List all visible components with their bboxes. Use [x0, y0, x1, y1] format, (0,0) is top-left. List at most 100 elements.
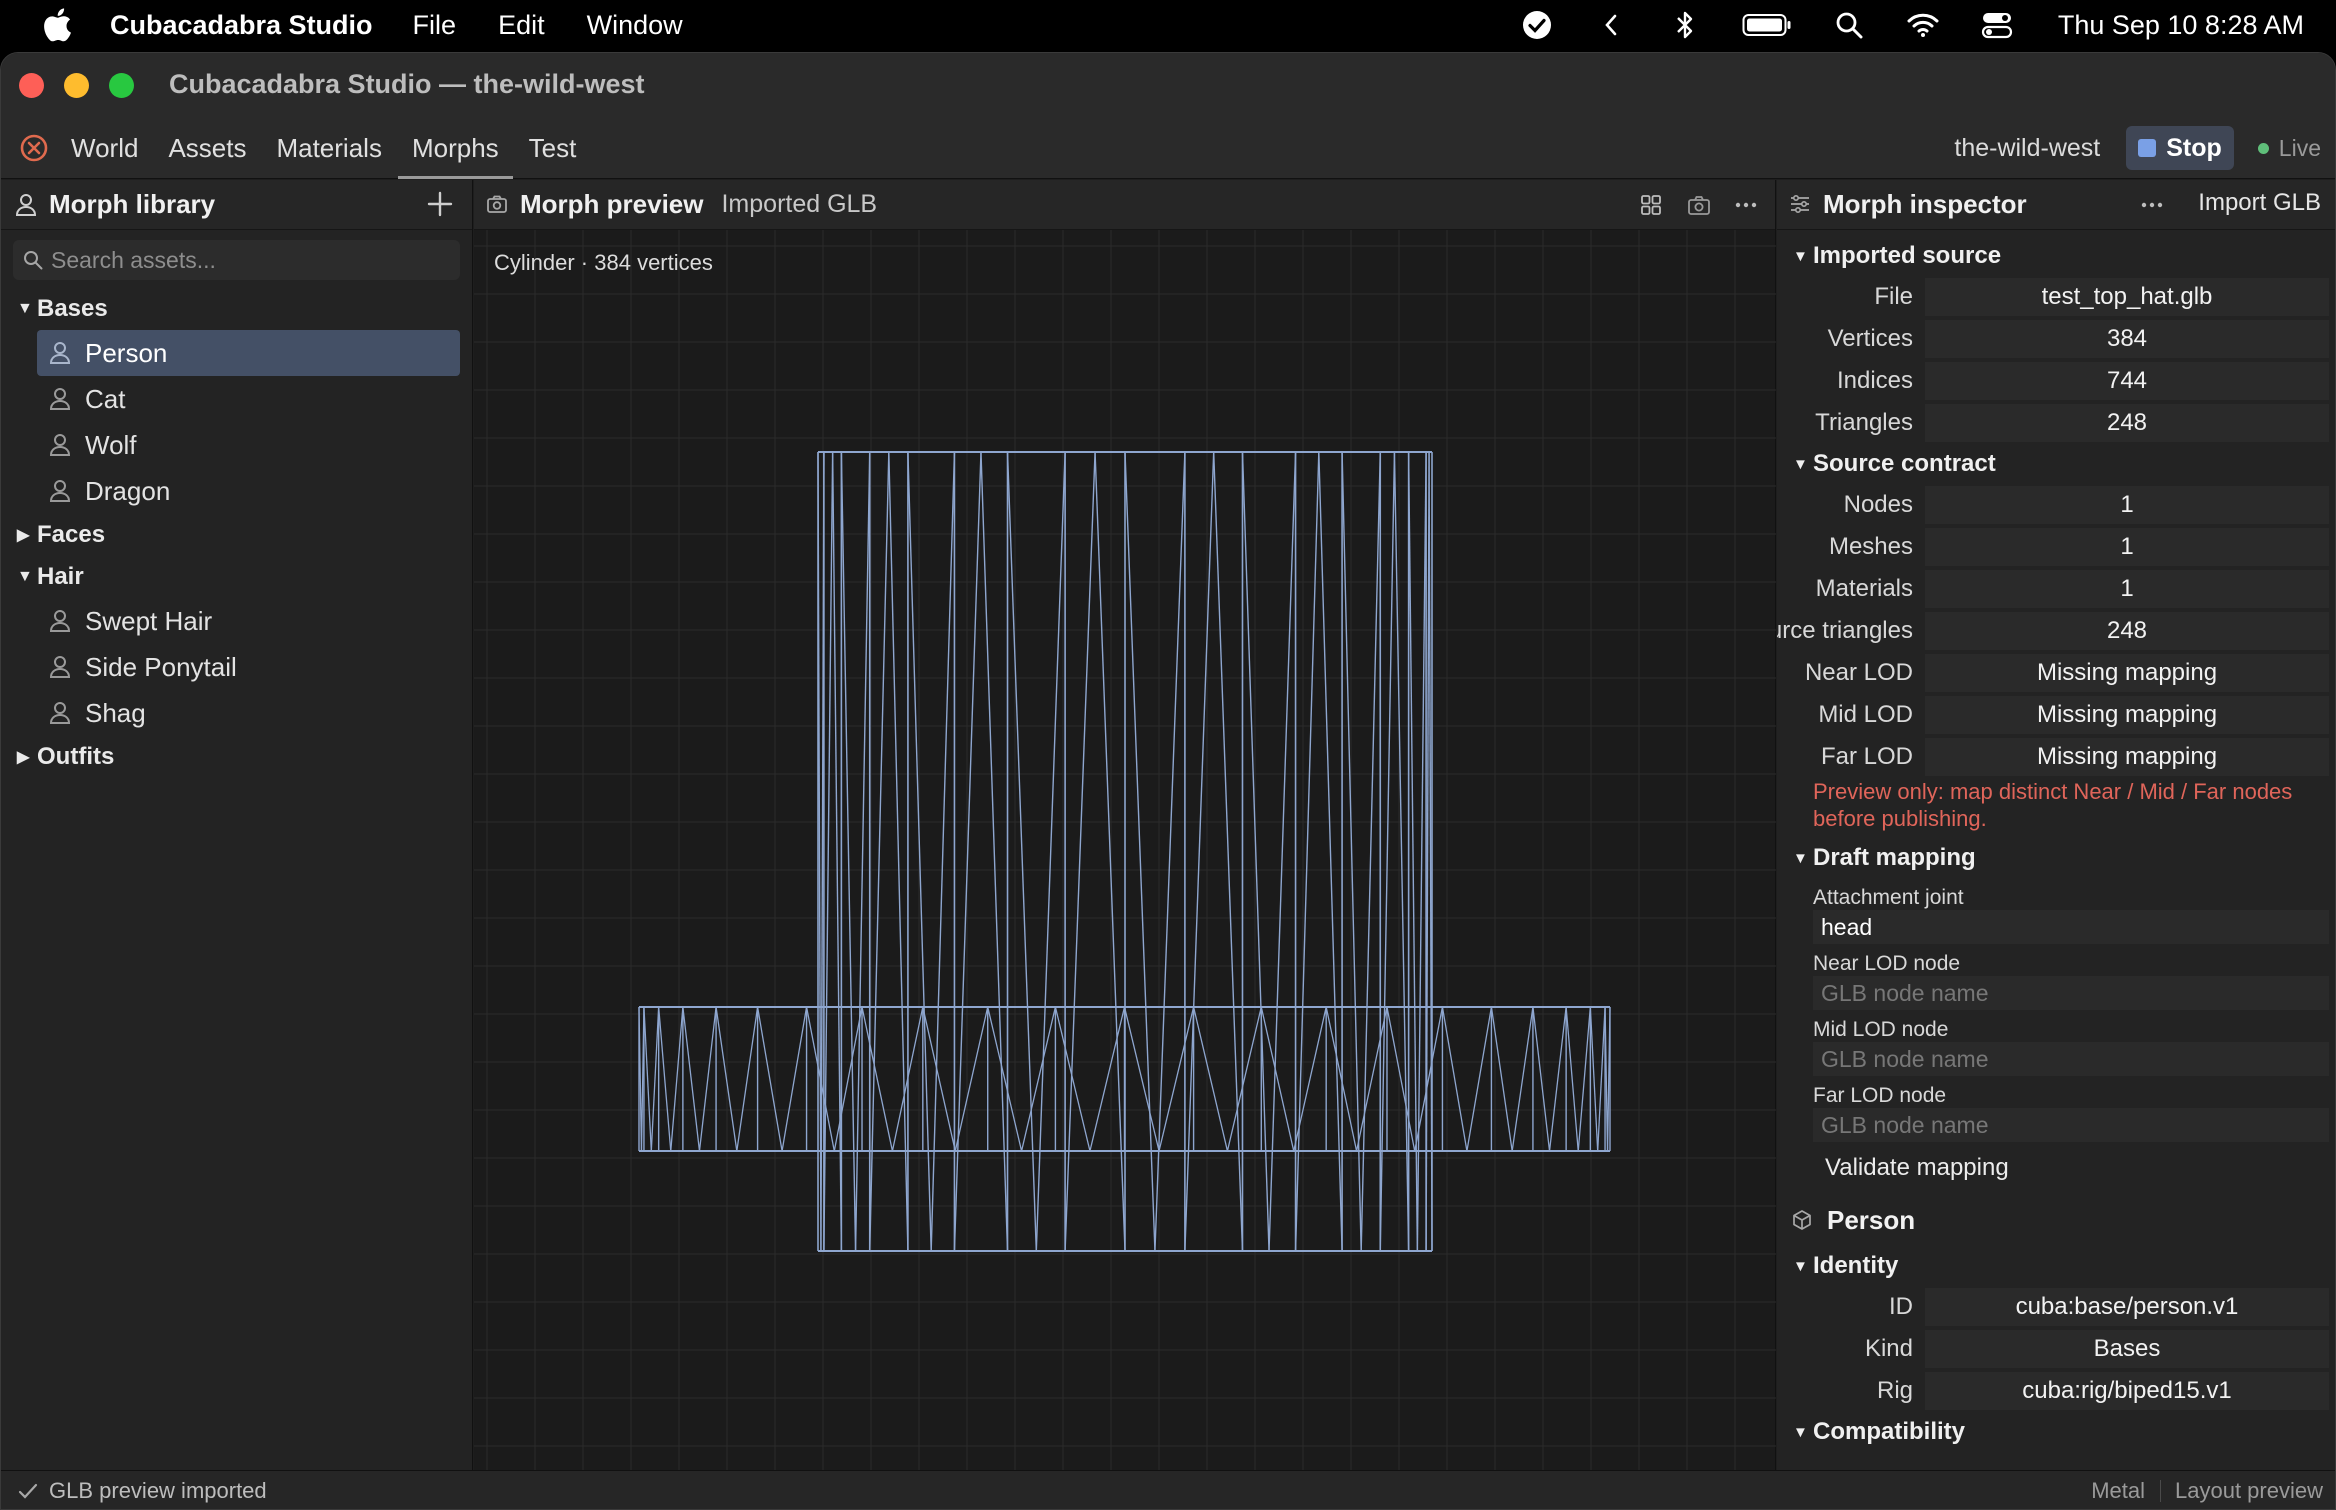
chevron-left-icon[interactable]	[1594, 8, 1628, 42]
mid-lod-node-label: Mid LOD node	[1813, 1018, 1949, 1041]
live-indicator: Live	[2257, 135, 2321, 162]
asset-shag[interactable]: Shag	[37, 690, 460, 736]
menu-app-name[interactable]: Cubacadabra Studio	[110, 10, 373, 41]
wireframe-edge	[1294, 451, 1320, 1252]
control-center-icon[interactable]	[1980, 8, 2014, 42]
tab-test[interactable]: Test	[527, 117, 579, 179]
checkmark-circle-icon[interactable]	[1520, 8, 1554, 42]
more-options-icon[interactable]	[2139, 193, 2165, 222]
close-window-button[interactable]	[19, 73, 44, 98]
tab-bar: World Assets Materials Morphs Test the-w…	[1, 117, 2335, 179]
asset-search-box[interactable]	[13, 240, 460, 280]
tab-morphs[interactable]: Morphs	[397, 117, 513, 179]
far-lod-node-field[interactable]	[1813, 1108, 2329, 1142]
menu-bar: Cubacadabra Studio File Edit Window Thu …	[0, 0, 2336, 50]
menu-edit[interactable]: Edit	[498, 10, 545, 41]
stop-label: Stop	[2166, 133, 2222, 162]
far-lod-node-input[interactable]	[1821, 1111, 2329, 1139]
grid-view-icon[interactable]	[1639, 193, 1663, 222]
row-file: File test_top_hat.glb	[1777, 276, 2335, 318]
menu-window[interactable]: Window	[587, 10, 683, 41]
project-name[interactable]: the-wild-west	[1954, 134, 2100, 163]
wireframe-edge	[756, 1006, 783, 1152]
menu-file[interactable]: File	[413, 10, 457, 41]
row-indices: Indices 744	[1777, 360, 2335, 402]
morph-preview-subtitle: Imported GLB	[721, 190, 878, 218]
section-identity[interactable]: ▼ Identity	[1777, 1246, 2335, 1286]
morph-preview-panel: Morph preview Imported GLB Cylinder · 38…	[474, 180, 1776, 1470]
wireframe-edge	[1441, 1006, 1468, 1152]
attachment-joint-input[interactable]	[1821, 913, 2329, 941]
stop-button[interactable]: Stop	[2126, 126, 2234, 170]
wireframe-edge	[1577, 1006, 1591, 1152]
wireframe-edge	[1006, 451, 1038, 1252]
section-source-contract[interactable]: ▼ Source contract	[1777, 444, 2335, 484]
more-options-icon[interactable]	[1733, 193, 1759, 222]
asset-person[interactable]: Person	[37, 330, 460, 376]
section-compatibility[interactable]: ▼ Compatibility	[1777, 1412, 2335, 1452]
renderer-label: Metal	[2091, 1478, 2145, 1503]
asset-swept-hair[interactable]: Swept Hair	[37, 598, 460, 644]
triangle-down-icon: ▼	[17, 568, 33, 585]
wireframe-edge	[1548, 1006, 1567, 1152]
asset-cat[interactable]: Cat	[37, 376, 460, 422]
wireframe-edge	[670, 1006, 684, 1152]
attachment-joint-field[interactable]	[1813, 910, 2329, 944]
zoom-window-button[interactable]	[109, 73, 134, 98]
cube-icon	[1791, 1209, 1813, 1231]
spotlight-search-icon[interactable]	[1832, 8, 1866, 42]
wireframe-edge	[650, 1006, 660, 1152]
app-window: Cubacadabra Studio — the-wild-west World…	[0, 52, 2336, 1510]
clock[interactable]: Thu Sep 10 8:28 AM	[2058, 10, 2304, 41]
tab-assets[interactable]: Assets	[166, 117, 248, 179]
search-input[interactable]	[51, 246, 451, 274]
tab-world[interactable]: World	[69, 117, 140, 179]
wifi-icon[interactable]	[1906, 8, 1940, 42]
mid-lod-node-field[interactable]	[1813, 1042, 2329, 1076]
wireframe-canvas[interactable]	[474, 230, 1776, 1470]
person-icon	[49, 609, 71, 633]
wireframe-edge	[888, 451, 909, 1252]
battery-icon[interactable]	[1742, 8, 1792, 42]
wireframe-edge	[1293, 1006, 1327, 1152]
asset-side-ponytail[interactable]: Side Ponytail	[37, 644, 460, 690]
row-rig: Rig cuba:rig/biped15.v1	[1777, 1370, 2335, 1412]
morph-inspector-title: Morph inspector	[1823, 189, 2027, 219]
snapshot-camera-icon[interactable]	[1687, 193, 1711, 222]
group-faces[interactable]: ▶ Faces	[1, 514, 472, 556]
morph-preview-header: Morph preview Imported GLB	[474, 180, 1775, 230]
import-glb-button[interactable]: Import GLB	[2198, 189, 2321, 217]
wireframe-edge	[1094, 451, 1126, 1252]
asset-name: Person	[1827, 1204, 1916, 1235]
add-asset-icon[interactable]	[426, 190, 454, 223]
validate-mapping-button[interactable]: Validate mapping	[1777, 1148, 2335, 1188]
group-bases[interactable]: ▼ Bases	[1, 288, 472, 330]
asset-wolf[interactable]: Wolf	[37, 422, 460, 468]
triangle-right-icon: ▶	[17, 527, 30, 544]
mid-lod-node-input[interactable]	[1821, 1045, 2329, 1073]
preview-viewport[interactable]: Cylinder · 384 vertices	[474, 230, 1776, 1470]
near-lod-node-field[interactable]	[1813, 976, 2329, 1010]
row-nodes: Nodes 1	[1777, 484, 2335, 526]
near-lod-node-label: Near LOD node	[1813, 952, 1961, 975]
row-far-lod: Far LOD Missing mapping	[1777, 736, 2335, 778]
window-title: Cubacadabra Studio — the-wild-west	[169, 69, 645, 99]
triangle-down-icon: ▼	[1793, 1257, 1808, 1275]
wireframe-edge	[1565, 1006, 1579, 1152]
tab-materials[interactable]: Materials	[274, 117, 383, 179]
row-source-triangles: Source triangles248	[1777, 610, 2335, 652]
section-draft-mapping[interactable]: ▼ Draft mapping	[1777, 838, 2335, 878]
bluetooth-icon[interactable]	[1668, 8, 1702, 42]
triangle-down-icon: ▼	[17, 300, 33, 317]
app-logo-icon	[19, 133, 49, 163]
morph-preview-title: Morph preview	[520, 189, 704, 219]
near-lod-node-input[interactable]	[1821, 979, 2329, 1007]
asset-dragon[interactable]: Dragon	[37, 468, 460, 514]
group-hair[interactable]: ▼ Hair	[1, 556, 472, 598]
triangle-down-icon: ▼	[1793, 849, 1808, 867]
group-outfits[interactable]: ▶ Outfits	[1, 736, 472, 778]
apple-logo-icon[interactable]	[38, 6, 76, 44]
section-imported-source[interactable]: ▼ Imported source	[1777, 236, 2335, 276]
minimize-window-button[interactable]	[64, 73, 89, 98]
wireframe-edge	[698, 1006, 717, 1152]
